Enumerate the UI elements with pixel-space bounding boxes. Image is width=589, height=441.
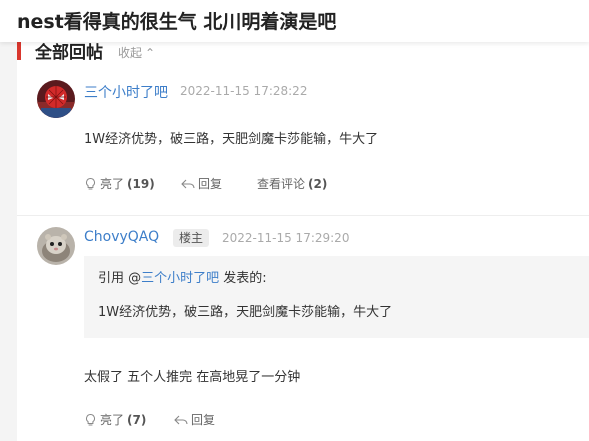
reply-button[interactable]: 回复 (181, 175, 222, 192)
like-label: 亮了 (100, 177, 125, 191)
thread-title: nest看得真的很生气 北川明着演是吧 (17, 11, 337, 33)
op-badge: 楼主 (173, 229, 210, 247)
quote-block: 引用 @三个小时了吧 发表的: 1W经济优势，破三路，天肥剑魔卡莎能输，牛大了 (84, 256, 589, 338)
like-button[interactable]: 亮了 (19) (84, 175, 155, 192)
post-timestamp: 2022-11-15 17:28:22 (180, 84, 308, 98)
reply-button[interactable]: 回复 (174, 411, 215, 428)
post-content: 太假了 五个人推完 在高地晃了一分钟 (84, 370, 301, 385)
reply-post: ChovyQAQ 楼主 2022-11-15 17:29:20 引用 @三个小时… (17, 215, 589, 441)
view-comments-button[interactable]: 查看评论 (2) (257, 175, 327, 192)
reply-label: 回复 (191, 413, 216, 427)
like-count: (7) (127, 412, 147, 427)
lightbulb-icon (86, 177, 95, 189)
quote-prefix: 引用 @ (98, 271, 142, 286)
like-button[interactable]: 亮了 (7) (84, 411, 146, 428)
chevron-up-icon: ⌃ (145, 46, 156, 60)
reply-arrow-icon (181, 179, 195, 188)
avatar[interactable] (37, 227, 75, 265)
comments-label: 查看评论 (257, 177, 306, 191)
lightbulb-icon (86, 413, 95, 425)
post-timestamp: 2022-11-15 17:29:20 (222, 231, 350, 245)
reply-label: 回复 (198, 177, 223, 191)
quote-content: 1W经济优势，破三路，天肥剑魔卡莎能输，牛大了 (98, 305, 393, 320)
username-link[interactable]: ChovyQAQ (84, 229, 159, 245)
replies-panel: 全部回帖 收起 ⌃ 三个小时了吧 2022-11-15 17:28:22 1W经济… (17, 30, 589, 441)
username-link[interactable]: 三个小时了吧 (84, 82, 168, 102)
comments-count: (2) (308, 176, 328, 191)
quote-suffix: 发表的: (219, 271, 267, 286)
like-count: (19) (127, 176, 155, 191)
reply-arrow-icon (174, 415, 188, 424)
reply-post: 三个小时了吧 2022-11-15 17:28:22 1W经济优势，破三路，天肥… (17, 67, 589, 214)
quote-header: 引用 @三个小时了吧 发表的: (98, 267, 267, 286)
like-label: 亮了 (100, 413, 125, 427)
avatar[interactable] (37, 80, 75, 118)
post-content: 1W经济优势，破三路，天肥剑魔卡莎能输，牛大了 (84, 132, 379, 147)
collapse-button[interactable]: 收起 ⌃ (118, 44, 155, 61)
thread-header: nest看得真的很生气 北川明着演是吧 (0, 0, 589, 42)
collapse-label: 收起 (118, 46, 143, 60)
quoted-username-link[interactable]: 三个小时了吧 (141, 271, 219, 286)
